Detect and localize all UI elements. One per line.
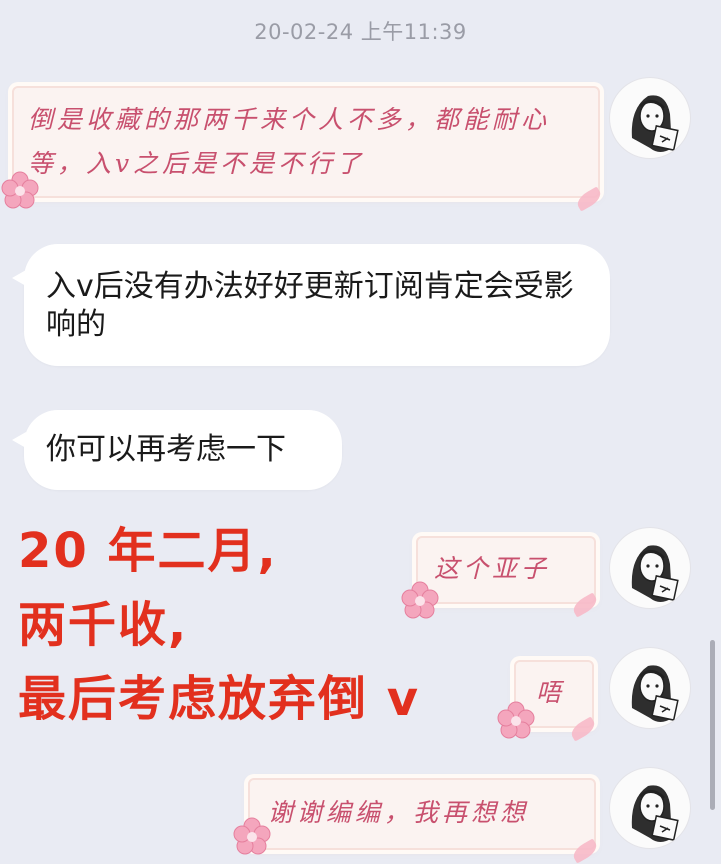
avatar-ink-portrait-icon: [631, 785, 679, 842]
flower-decoration-icon: [233, 817, 271, 855]
message-bubble-received[interactable]: 你可以再考虑一下: [12, 410, 342, 490]
message-bubble-sent[interactable]: 这个亚子: [416, 536, 600, 618]
flower-decoration-icon: [1, 171, 39, 209]
user-avatar[interactable]: [610, 78, 690, 158]
message-text: 唔: [536, 678, 566, 707]
overlay-annotation-line-2: 两千收,: [18, 597, 189, 653]
user-avatar[interactable]: [610, 768, 690, 848]
flower-decoration-icon: [401, 581, 439, 619]
petal-decoration-icon: [570, 838, 600, 864]
overlay-annotation-line-1: 20 年二月,: [18, 523, 278, 579]
message-text: 谢谢编编，我再想想: [268, 798, 530, 827]
message-bubble-sent[interactable]: 谢谢编编，我再想想: [248, 778, 600, 864]
flower-decoration-icon: [497, 701, 535, 739]
overlay-annotation-line-3: 最后考虑放弃倒 v: [18, 671, 421, 727]
avatar-ink-portrait-icon: [631, 665, 679, 722]
bubble-tail: [12, 432, 26, 448]
user-avatar[interactable]: [610, 648, 690, 728]
petal-decoration-icon: [574, 186, 604, 212]
message-text: 倒是收藏的那两千来个人不多，都能耐心等，入v之后是不是不行了: [28, 105, 551, 178]
message-text: 入v后没有办法好好更新订阅肯定会受影响的: [46, 269, 574, 342]
user-avatar[interactable]: [610, 528, 690, 608]
avatar-ink-portrait-icon: [631, 95, 679, 152]
chat-timestamp: 20-02-24 上午11:39: [254, 20, 467, 44]
message-bubble-received[interactable]: 入v后没有办法好好更新订阅肯定会受影响的: [12, 244, 610, 366]
message-bubble-sent[interactable]: 倒是收藏的那两千来个人不多，都能耐心等，入v之后是不是不行了: [12, 86, 604, 212]
petal-decoration-icon: [570, 592, 600, 618]
bubble-tail: [12, 270, 26, 286]
message-text: 你可以再考虑一下: [46, 432, 286, 467]
message-text: 这个亚子: [434, 554, 551, 583]
scrollbar[interactable]: [710, 640, 715, 810]
petal-decoration-icon: [568, 716, 598, 742]
avatar-ink-portrait-icon: [631, 545, 679, 602]
